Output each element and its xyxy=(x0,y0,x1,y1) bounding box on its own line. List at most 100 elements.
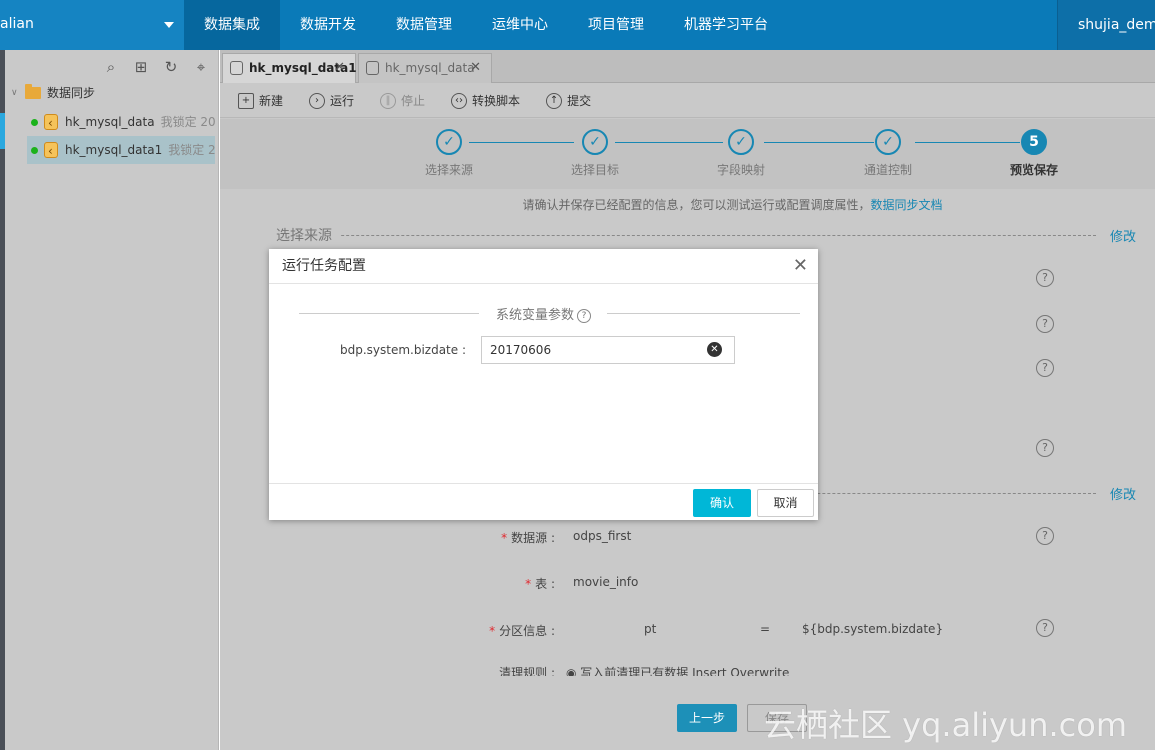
table-row: * 表 : movie_info xyxy=(220,575,1155,595)
step-1[interactable]: ✓ 选择来源 xyxy=(389,129,509,178)
search-icon[interactable]: ⌕ xyxy=(102,58,120,76)
close-icon[interactable]: ✕ xyxy=(793,249,808,283)
confirm-button[interactable]: 确认 xyxy=(693,489,751,517)
partition-value: ${bdp.system.bizdate} xyxy=(802,622,944,636)
play-icon: › xyxy=(309,92,326,109)
help-icon[interactable]: ? xyxy=(1036,439,1054,457)
table-label: * 表 : xyxy=(525,577,555,591)
help-icon[interactable]: ? xyxy=(577,309,591,323)
notice-body: 请确认并保存已经配置的信息，您可以测试运行或配置调度属性， xyxy=(522,198,871,212)
section-divider xyxy=(276,235,1096,236)
dialog-footer: 确认 取消 xyxy=(269,483,818,520)
edit-source-link[interactable]: 修改 xyxy=(1110,226,1136,245)
help-icon[interactable]: ? xyxy=(1036,619,1054,637)
menu-data-integration[interactable]: 数据集成 xyxy=(184,0,280,50)
clean-rule-value: 写入前清理已有数据 Insert Overwrite xyxy=(580,666,790,676)
step-label: 预览保存 xyxy=(1009,163,1058,177)
new-folder-icon[interactable]: ⊞ xyxy=(132,58,150,76)
upload-cloud-icon: ↑ xyxy=(546,92,563,109)
step-4[interactable]: ✓ 通道控制 xyxy=(828,129,948,178)
stop-label: 停止 xyxy=(401,94,426,108)
close-icon[interactable]: ✕ xyxy=(470,54,481,82)
watermark-text: 云栖社区 yq.aliyun.com xyxy=(764,706,1128,744)
partition-label-text: 分区信息 : xyxy=(499,624,555,638)
clean-rule-row: 清理规则 : ◉ 写入前清理已有数据 Insert Overwrite xyxy=(220,664,1155,676)
help-icon[interactable]: ? xyxy=(1036,269,1054,287)
tree-item-lock: 我锁定 201 xyxy=(168,143,215,157)
main-menu: 数据集成 数据开发 数据管理 运维中心 项目管理 机器学习平台 xyxy=(184,0,788,50)
datasource-row: * 数据源 : odps_first xyxy=(220,529,1155,549)
user-menu[interactable]: shujia_dem... xyxy=(1057,0,1155,50)
refresh-icon[interactable]: ↻ xyxy=(162,58,180,76)
clean-rule-radio[interactable]: ◉ 写入前清理已有数据 Insert Overwrite xyxy=(566,664,789,676)
sync-node-icon xyxy=(230,61,243,75)
convert-script-button[interactable]: ‹› 转换脚本 xyxy=(451,92,520,109)
chevron-down-icon xyxy=(164,22,174,28)
tree-item[interactable]: hk_mysql_data1 我锁定 201 xyxy=(27,136,215,164)
tree-root-folder[interactable]: ∨ 数据同步 xyxy=(11,83,95,103)
bizdate-input[interactable]: 20170606 ✕ xyxy=(481,336,735,364)
source-section-header: 选择来源 修改 xyxy=(276,225,1136,245)
step-label: 选择目标 xyxy=(570,163,619,177)
tree-item-name: hk_mysql_data xyxy=(65,115,155,129)
cancel-button[interactable]: 取消 xyxy=(757,489,814,517)
tab-label: hk_mysql_data xyxy=(385,61,475,75)
help-icon[interactable]: ? xyxy=(1036,315,1054,333)
system-params-title: 系统变量参数? xyxy=(269,304,818,323)
tree-item[interactable]: hk_mysql_data 我锁定 2017 xyxy=(27,108,215,136)
tree-root-label: 数据同步 xyxy=(47,86,96,100)
table-value: movie_info xyxy=(573,575,639,589)
location-icon[interactable]: ⌖ xyxy=(192,58,210,76)
menu-data-management[interactable]: 数据管理 xyxy=(376,0,472,50)
submit-button[interactable]: ↑ 提交 xyxy=(546,92,591,109)
section-title: 选择来源 xyxy=(276,225,340,245)
notice-text: 请确认并保存已经配置的信息，您可以测试运行或配置调度属性，数据同步文档 xyxy=(220,196,1155,213)
tab-hk-mysql-data1[interactable]: hk_mysql_data1 ✕ xyxy=(222,53,357,83)
run-label: 运行 xyxy=(330,94,355,108)
sync-node-icon xyxy=(366,61,379,75)
step-3[interactable]: ✓ 字段映射 xyxy=(681,129,801,178)
check-icon: ✓ xyxy=(436,129,462,155)
menu-data-development[interactable]: 数据开发 xyxy=(280,0,376,50)
help-icon[interactable]: ? xyxy=(1036,359,1054,377)
new-button[interactable]: + 新建 xyxy=(238,92,283,109)
edit-target-link[interactable]: 修改 xyxy=(1110,484,1136,503)
tree-item-lock: 我锁定 2017 xyxy=(160,115,215,129)
sync-node-icon xyxy=(44,137,58,164)
folder-icon xyxy=(25,84,41,99)
table-label-text: 表 : xyxy=(535,577,555,591)
run-button[interactable]: › 运行 xyxy=(309,92,354,109)
docs-link[interactable]: 数据同步文档 xyxy=(871,198,943,212)
project-selector[interactable]: alian xyxy=(0,0,184,50)
plus-icon: + xyxy=(238,92,254,109)
status-dot-icon xyxy=(31,146,38,154)
check-icon: ✓ xyxy=(875,129,901,155)
stop-button[interactable]: ‖ 停止 xyxy=(380,92,425,109)
step-number: 5 xyxy=(1021,129,1047,155)
check-icon: ✓ xyxy=(582,129,608,155)
pause-icon: ‖ xyxy=(380,92,397,109)
help-icon[interactable]: ? xyxy=(1036,527,1054,545)
prev-step-button[interactable]: 上一步 xyxy=(677,704,737,732)
step-2[interactable]: ✓ 选择目标 xyxy=(535,129,655,178)
step-5[interactable]: 5 预览保存 xyxy=(974,129,1094,178)
system-params-label: 系统变量参数 xyxy=(495,308,574,323)
step-label: 选择来源 xyxy=(424,163,473,177)
partition-label: * 分区信息 : xyxy=(489,624,555,638)
check-icon: ✓ xyxy=(728,129,754,155)
menu-machine-learning[interactable]: 机器学习平台 xyxy=(664,0,788,50)
tab-hk-mysql-data[interactable]: hk_mysql_data ✕ xyxy=(358,53,492,83)
partition-row: * 分区信息 : pt = ${bdp.system.bizdate} xyxy=(220,622,1155,642)
menu-project-management[interactable]: 项目管理 xyxy=(568,0,664,50)
clear-icon[interactable]: ✕ xyxy=(707,342,722,357)
sync-node-icon xyxy=(44,109,58,136)
toolbar: + 新建 › 运行 ‖ 停止 ‹› 转换脚本 ↑ 提交 xyxy=(220,84,1155,118)
tab-bar: hk_mysql_data1 ✕ hk_mysql_data ✕ xyxy=(220,50,1155,83)
chevron-down-icon: ∨ xyxy=(11,88,18,98)
convert-label: 转换脚本 xyxy=(472,94,521,108)
datasource-value: odps_first xyxy=(573,529,632,543)
close-icon[interactable]: ✕ xyxy=(334,54,345,82)
menu-ops-center[interactable]: 运维中心 xyxy=(472,0,568,50)
new-label: 新建 xyxy=(259,94,284,108)
submit-label: 提交 xyxy=(567,94,592,108)
